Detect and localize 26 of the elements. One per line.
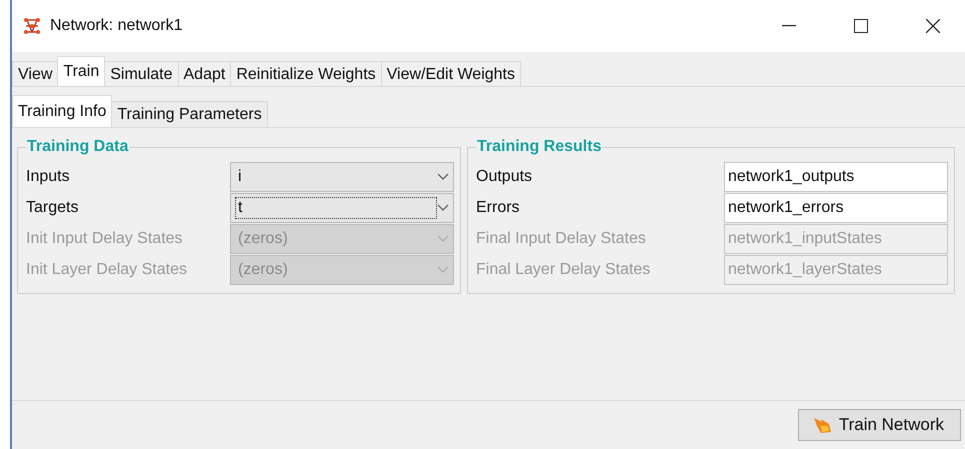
tab[interactable]: Training Parameters bbox=[111, 101, 268, 127]
field-label: Errors bbox=[476, 199, 521, 217]
maximize-icon[interactable] bbox=[854, 19, 868, 33]
minimize-icon[interactable] bbox=[782, 25, 796, 27]
train-network-button[interactable]: Train Network bbox=[798, 409, 961, 441]
flame-icon bbox=[812, 416, 833, 434]
input-field[interactable]: network1_errors bbox=[724, 193, 948, 223]
field-label: Final Input Delay States bbox=[476, 230, 647, 248]
group-title: Training Results bbox=[476, 138, 602, 156]
dropdown[interactable]: t bbox=[230, 193, 454, 223]
field-label: Targets bbox=[26, 199, 80, 217]
field-label: Inputs bbox=[26, 168, 71, 186]
network-icon bbox=[22, 16, 42, 36]
close-icon[interactable] bbox=[926, 19, 940, 33]
field-label: Init Input Delay States bbox=[26, 230, 184, 248]
field-label: Init Layer Delay States bbox=[26, 261, 188, 279]
tab[interactable]: Train bbox=[57, 56, 106, 86]
field-label: Outputs bbox=[476, 168, 534, 186]
group-title: Training Data bbox=[26, 138, 130, 156]
input-field[interactable]: network1_outputs bbox=[724, 162, 948, 192]
dropdown[interactable]: i bbox=[230, 162, 454, 192]
tab[interactable]: View bbox=[12, 61, 58, 86]
field-label: Final Layer Delay States bbox=[476, 261, 652, 279]
window-title: Network: network1 bbox=[50, 17, 184, 35]
tab[interactable]: View/Edit Weights bbox=[380, 61, 521, 86]
tab[interactable]: Training Info bbox=[12, 95, 112, 127]
